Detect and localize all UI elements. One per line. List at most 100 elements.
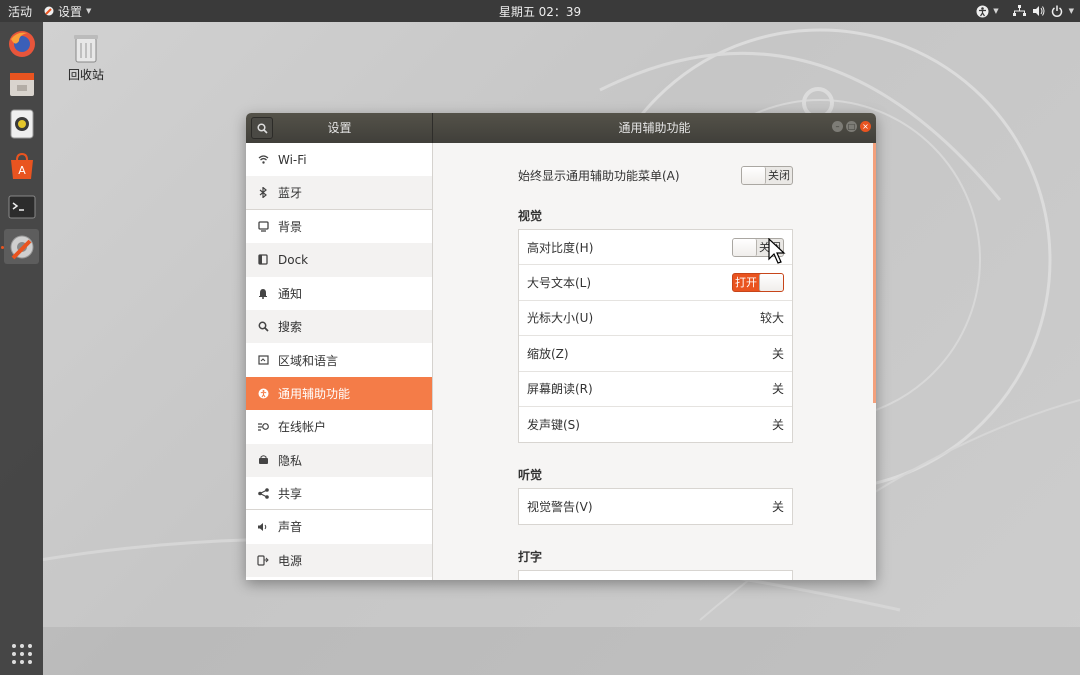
zoom-row[interactable]: 缩放(Z) 关 bbox=[519, 336, 792, 372]
close-button[interactable]: × bbox=[860, 121, 871, 132]
minimize-icon: – bbox=[835, 122, 840, 131]
scrollbar[interactable] bbox=[873, 143, 876, 403]
sidebar-item-label: 在线帐户 bbox=[278, 420, 327, 435]
sidebar-item-label: 蓝牙 bbox=[278, 186, 303, 201]
cursor-size-value: 较大 bbox=[759, 311, 784, 326]
status-menu[interactable]: ▼ bbox=[1012, 5, 1074, 17]
files-launcher[interactable] bbox=[4, 66, 39, 101]
accessibility-icon bbox=[976, 5, 989, 17]
screen-reader-row[interactable]: 屏幕朗读(R) 关 bbox=[519, 372, 792, 407]
large-text-label: 大号文本(L) bbox=[527, 276, 592, 291]
activities-button[interactable]: 活动 bbox=[0, 3, 40, 20]
switch-state-label: 关闭 bbox=[768, 168, 790, 182]
visual-alerts-row[interactable]: 视觉警告(V) 关 bbox=[519, 489, 792, 524]
rhythmbox-icon bbox=[10, 109, 33, 138]
switch-knob bbox=[759, 274, 783, 292]
sidebar-item-wifi[interactable]: Wi-Fi bbox=[246, 143, 432, 176]
screen-reader-label: 屏幕朗读(R) bbox=[527, 382, 593, 397]
bluetooth-icon bbox=[256, 187, 270, 199]
zoom-value: 关 bbox=[771, 346, 784, 361]
title-bar[interactable]: 设置 通用辅助功能 – □ × bbox=[246, 113, 876, 143]
switch-knob bbox=[742, 166, 766, 184]
hearing-heading: 听觉 bbox=[518, 468, 543, 482]
sidebar-item-dock[interactable]: Dock bbox=[246, 243, 432, 277]
sidebar-item-online-accounts[interactable]: 在线帐户 bbox=[246, 410, 432, 443]
power-icon bbox=[1051, 5, 1062, 17]
top-bar: 活动 设置 ▼ 星期五 02：39 ▼ ▼ bbox=[0, 0, 1080, 22]
svg-text:A: A bbox=[18, 164, 26, 177]
sidebar: Wi-Fi 蓝牙 背景 Dock 通知 搜索 区域和语言 通用辅助功能 在线帐户… bbox=[246, 143, 433, 580]
trash-icon bbox=[74, 35, 98, 63]
sidebar-item-search[interactable]: 搜索 bbox=[246, 309, 432, 344]
sidebar-item-power[interactable]: 电源 bbox=[246, 543, 432, 578]
app-menu[interactable]: 设置 ▼ bbox=[40, 3, 95, 20]
sidebar-item-privacy[interactable]: 隐私 bbox=[246, 443, 432, 477]
sidebar-item-label: 背景 bbox=[278, 219, 303, 234]
sidebar-item-label: 电源 bbox=[278, 553, 303, 568]
sidebar-item-background[interactable]: 背景 bbox=[246, 210, 432, 243]
search-icon bbox=[256, 321, 270, 332]
terminal-icon bbox=[8, 195, 35, 218]
accessibility-menu-arrow-icon: ▼ bbox=[993, 7, 999, 15]
privacy-icon bbox=[256, 455, 270, 465]
sidebar-item-accessibility[interactable]: 通用辅助功能 bbox=[246, 376, 432, 411]
sidebar-item-bluetooth[interactable]: 蓝牙 bbox=[246, 176, 432, 210]
typing-frame bbox=[518, 570, 793, 580]
sidebar-item-label: Wi-Fi bbox=[278, 152, 307, 167]
visual-alerts-label: 视觉警告(V) bbox=[527, 500, 593, 515]
app-menu-label: 设置 bbox=[58, 4, 83, 19]
volume-icon bbox=[1032, 6, 1045, 16]
sidebar-item-label: 隐私 bbox=[278, 453, 303, 468]
screen-reader-value: 关 bbox=[771, 382, 784, 397]
sidebar-item-label: 通用辅助功能 bbox=[278, 386, 351, 401]
sidebar-item-sharing[interactable]: 共享 bbox=[246, 477, 432, 511]
dock: A bbox=[0, 22, 43, 675]
cursor-size-label: 光标大小(U) bbox=[527, 311, 594, 326]
firefox-launcher[interactable] bbox=[4, 26, 39, 61]
flag-icon bbox=[256, 355, 270, 365]
always-show-menu-switch[interactable]: 关闭 bbox=[741, 165, 793, 185]
typing-heading: 打字 bbox=[518, 550, 543, 564]
sound-keys-row[interactable]: 发声键(S) 关 bbox=[519, 407, 792, 442]
mouse-cursor-icon bbox=[768, 238, 786, 264]
settings-launcher[interactable] bbox=[4, 229, 39, 264]
online-accounts-icon bbox=[256, 421, 270, 432]
network-icon bbox=[1012, 5, 1026, 16]
high-contrast-row[interactable]: 高对比度(H) 关闭 bbox=[519, 230, 792, 266]
switch-state-label: 打开 bbox=[735, 276, 757, 290]
sidebar-item-sound[interactable]: 声音 bbox=[246, 510, 432, 543]
visual-alerts-value: 关 bbox=[771, 500, 784, 515]
sidebar-item-region[interactable]: 区域和语言 bbox=[246, 343, 432, 376]
trash-desktop-icon[interactable]: 回收站 bbox=[62, 32, 110, 83]
system-tray[interactable]: ▼ ▼ bbox=[976, 0, 1074, 22]
dock-icon bbox=[256, 254, 270, 266]
large-text-switch[interactable]: 打开 bbox=[732, 273, 784, 293]
share-icon bbox=[256, 487, 270, 499]
clock[interactable]: 星期五 02：39 bbox=[499, 5, 581, 19]
cursor-size-row[interactable]: 光标大小(U) 较大 bbox=[519, 301, 792, 337]
software-launcher[interactable]: A bbox=[4, 148, 39, 183]
rhythmbox-launcher[interactable] bbox=[4, 106, 39, 141]
sidebar-item-label: Dock bbox=[278, 252, 309, 267]
status-menu-arrow-icon: ▼ bbox=[1068, 7, 1074, 15]
maximize-icon: □ bbox=[847, 122, 856, 131]
wifi-icon bbox=[256, 155, 270, 164]
sidebar-item-notifications[interactable]: 通知 bbox=[246, 277, 432, 310]
switch-knob bbox=[733, 238, 757, 256]
accessibility-menu[interactable]: ▼ bbox=[976, 5, 999, 18]
maximize-button[interactable]: □ bbox=[846, 121, 857, 132]
large-text-row[interactable]: 大号文本(L) 打开 bbox=[519, 265, 792, 301]
sidebar-item-label: 共享 bbox=[278, 486, 303, 501]
sidebar-item-label: 区域和语言 bbox=[278, 353, 339, 368]
vision-heading: 视觉 bbox=[518, 209, 543, 223]
background-icon bbox=[256, 221, 270, 232]
sidebar-item-label: 通知 bbox=[278, 286, 303, 301]
minimize-button[interactable]: – bbox=[832, 121, 843, 132]
terminal-launcher[interactable] bbox=[4, 189, 39, 224]
settings-app-icon bbox=[44, 6, 54, 16]
sidebar-item-label: 声音 bbox=[278, 520, 303, 535]
software-icon: A bbox=[10, 152, 33, 179]
show-applications-button[interactable] bbox=[4, 636, 39, 671]
accessibility-icon bbox=[256, 388, 270, 399]
always-show-menu-row: 始终显示通用辅助功能菜单(A) 关闭 bbox=[518, 164, 793, 186]
